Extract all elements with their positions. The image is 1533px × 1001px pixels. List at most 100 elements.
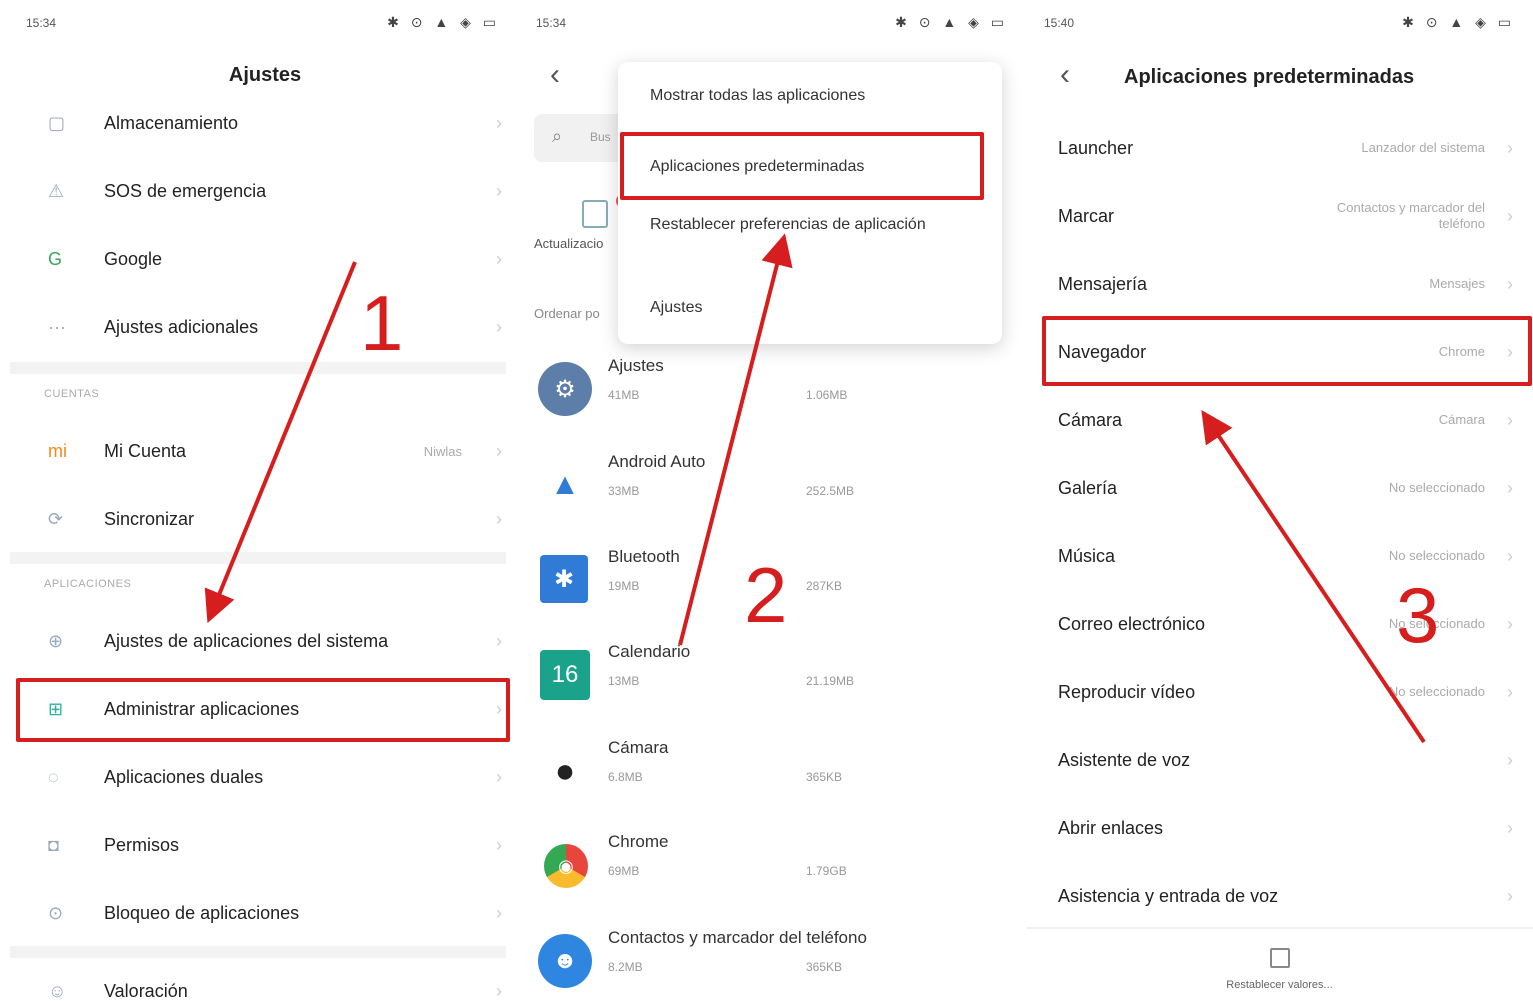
default-app-row[interactable]: Marcar Contactos y marcador del teléfono › — [1058, 182, 1513, 250]
system-apps-icon: ⊕ — [48, 630, 64, 651]
step-number-3: 3 — [1396, 571, 1440, 659]
chevron-right-icon: › — [1507, 681, 1513, 702]
default-app-label: Mensajería — [1058, 273, 1148, 294]
settings-item-mi-account[interactable]: mi Mi Cuenta Niwlas › — [14, 418, 502, 484]
settings-item-sync[interactable]: ⟳ Sincronizar › — [14, 486, 502, 552]
android-auto-icon: ▲ — [538, 458, 592, 512]
settings-item-label: Valoración — [104, 980, 188, 1001]
updates-label: Actualizacio — [534, 236, 604, 251]
settings-item-label: Ajustes adicionales — [104, 316, 259, 337]
chevron-right-icon: › — [496, 508, 502, 529]
settings-item-label: SOS de emergencia — [104, 180, 267, 201]
back-arrow-icon[interactable]: ‹ — [1060, 58, 1070, 92]
default-app-label: Asistente de voz — [1058, 749, 1191, 770]
menu-item-reset-preferences[interactable]: Restablecer preferencias de aplicación — [650, 213, 950, 237]
settings-panel: 15:34 ✱ ⊙ ▲ ◈ ▭ Ajustes ▢ Almacenamiento… — [0, 0, 518, 1001]
app-size: 6.8MB — [608, 770, 643, 784]
chevron-right-icon: › — [496, 902, 502, 923]
storage-icon: ▢ — [48, 112, 66, 133]
chevron-right-icon: › — [1507, 273, 1513, 294]
chevron-right-icon: › — [496, 316, 502, 337]
settings-item-app-lock[interactable]: ⊙ Bloqueo de aplicaciones › — [14, 880, 502, 946]
reset-defaults-button[interactable]: Restablecer valores... — [1026, 948, 1533, 991]
chevron-right-icon: › — [1507, 817, 1513, 838]
status-time: 15:34 — [536, 16, 567, 30]
app-list-item[interactable]: 16 Calendario 13MB 21.19MB — [534, 630, 986, 722]
status-icons: ✱ ⊙ ▲ ◈ ▭ — [895, 14, 1008, 30]
default-app-value: Mensajes — [1429, 276, 1485, 291]
default-app-row[interactable]: Asistente de voz › — [1058, 726, 1513, 794]
status-time: 15:34 — [26, 16, 57, 30]
default-app-value: No seleccionado — [1388, 480, 1485, 495]
permissions-icon: ◘ — [48, 834, 59, 855]
page-title: Ajustes — [228, 64, 302, 86]
update-icon — [582, 200, 608, 228]
calendar-icon: 16 — [540, 650, 590, 700]
settings-item-sos[interactable]: ⚠ SOS de emergencia › — [14, 158, 502, 224]
app-list-item[interactable]: ⚙ Ajustes 41MB 1.06MB — [534, 344, 986, 436]
camera-icon: ● — [538, 744, 592, 798]
default-app-label: Marcar — [1058, 205, 1115, 226]
menu-item-show-all-apps[interactable]: Mostrar todas las aplicaciones — [650, 84, 865, 108]
settings-item-permissions[interactable]: ◘ Permisos › — [14, 812, 502, 878]
chevron-right-icon: › — [1507, 137, 1513, 158]
app-size: 19MB — [608, 579, 640, 593]
settings-item-google[interactable]: G Google › — [14, 226, 502, 292]
status-bar: 15:40 ✱ ⊙ ▲ ◈ ▭ — [1026, 12, 1533, 34]
app-list-item[interactable]: ● Cámara 6.8MB 365KB — [534, 726, 986, 818]
default-app-row[interactable]: Launcher Lanzador del sistema › — [1058, 114, 1513, 182]
google-icon: G — [48, 248, 63, 269]
app-name: Ajustes — [608, 356, 664, 375]
more-icon: ··· — [48, 316, 66, 337]
default-app-value: No seleccionado — [1388, 684, 1485, 699]
search-placeholder: Bus — [590, 130, 611, 144]
highlight-box-default-apps — [620, 132, 984, 200]
chevron-right-icon: › — [1507, 545, 1513, 566]
default-app-row[interactable]: Reproducir vídeo No seleccionado › — [1058, 658, 1513, 726]
app-size: 69MB — [608, 864, 640, 878]
settings-item-system-apps[interactable]: ⊕ Ajustes de aplicaciones del sistema › — [14, 608, 502, 674]
section-label-accounts: CUENTAS — [44, 388, 100, 400]
settings-item-dual-apps[interactable]: ◌ Aplicaciones duales › — [14, 744, 502, 810]
status-icons: ✱ ⊙ ▲ ◈ ▭ — [1402, 14, 1515, 30]
settings-item-label: Bloqueo de aplicaciones — [104, 902, 300, 923]
default-app-label: Launcher — [1058, 137, 1134, 158]
default-app-row[interactable]: Asistencia y entrada de voz › — [1058, 862, 1513, 930]
status-bar: 15:34 ✱ ⊙ ▲ ◈ ▭ — [518, 12, 1026, 34]
app-list-item[interactable]: ◉ Chrome 69MB 1.79GB — [534, 820, 986, 912]
settings-item-storage[interactable]: ▢ Almacenamiento › — [14, 90, 502, 156]
default-app-row[interactable]: Correo electrónico No seleccionado › — [1058, 590, 1513, 658]
menu-item-settings[interactable]: Ajustes — [650, 296, 702, 320]
manage-apps-panel: 15:34 ✱ ⊙ ▲ ◈ ▭ ‹ ⌕ Bus Actualizacio Ord… — [518, 0, 1026, 1001]
step-number-1: 1 — [360, 279, 404, 367]
sync-icon: ⟳ — [48, 508, 64, 529]
default-app-row[interactable]: Galería No seleccionado › — [1058, 454, 1513, 522]
back-arrow-icon[interactable]: ‹ — [550, 58, 560, 92]
chevron-right-icon: › — [1507, 885, 1513, 906]
default-app-row[interactable]: Abrir enlaces › — [1058, 794, 1513, 862]
highlight-box-manage-apps — [16, 678, 510, 742]
settings-item-rating[interactable]: ☺ Valoración › — [14, 958, 502, 1001]
default-app-row[interactable]: Mensajería Mensajes › — [1058, 250, 1513, 318]
lock-icon: ⊙ — [48, 902, 64, 923]
settings-item-additional[interactable]: ··· Ajustes adicionales › — [14, 294, 502, 360]
sort-selector[interactable]: Ordenar po — [534, 306, 600, 321]
page-title: Aplicaciones predeterminadas — [1124, 66, 1415, 88]
settings-item-label: Permisos — [104, 834, 180, 855]
settings-item-label: Mi Cuenta — [104, 440, 187, 461]
default-app-label: Cámara — [1058, 409, 1123, 430]
chevron-right-icon: › — [496, 630, 502, 651]
settings-item-value: Niwlas — [423, 443, 462, 459]
settings-item-label: Aplicaciones duales — [104, 766, 264, 787]
app-list-item[interactable]: ☻ Contactos y marcador del teléfono 8.2M… — [534, 916, 986, 1001]
default-app-row[interactable]: Cámara Cámara › — [1058, 386, 1513, 454]
app-size: 41MB — [608, 388, 640, 402]
chevron-right-icon: › — [496, 440, 502, 461]
app-name: Cámara — [608, 738, 669, 757]
app-cache-size: 1.06MB — [806, 388, 848, 402]
default-app-row[interactable]: Música No seleccionado › — [1058, 522, 1513, 590]
app-list-item[interactable]: ▲ Android Auto 33MB 252.5MB — [534, 440, 986, 532]
app-cache-size: 1.79GB — [806, 864, 847, 878]
section-label-apps: APLICACIONES — [44, 578, 132, 590]
default-app-label: Reproducir vídeo — [1058, 681, 1196, 702]
